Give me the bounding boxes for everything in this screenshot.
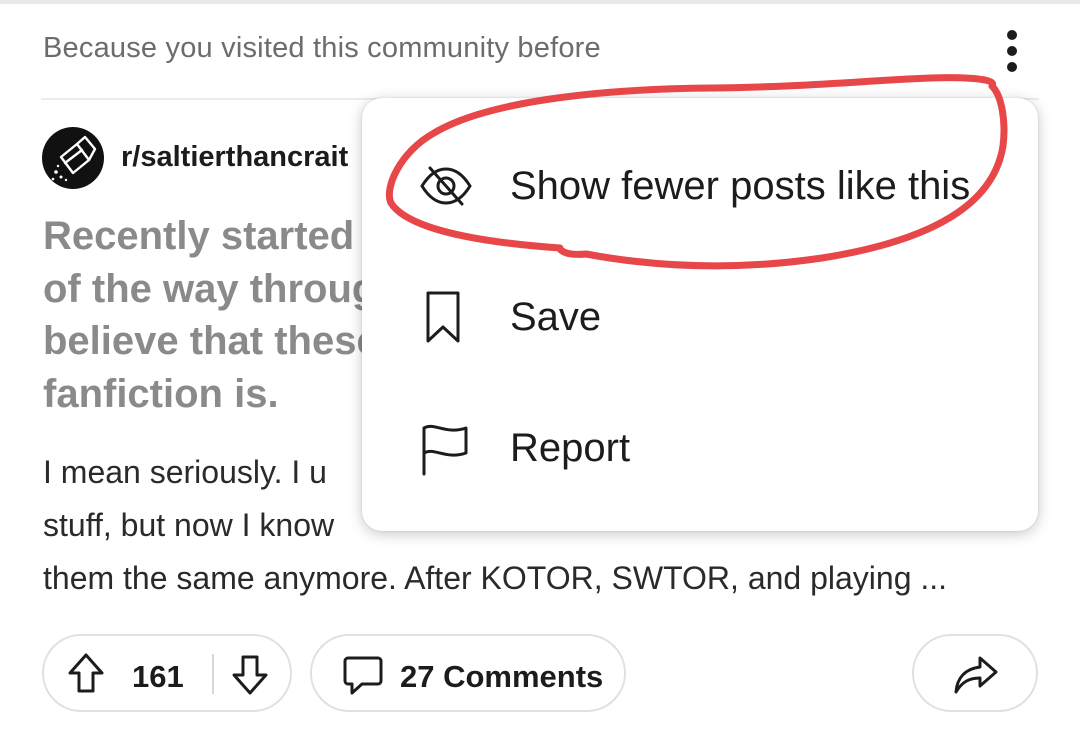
- comments-count-label: 27 Comments: [400, 659, 604, 694]
- recommendation-reason: Because you visited this community befor…: [43, 32, 601, 64]
- more-options-button[interactable]: [994, 26, 1030, 76]
- share-arrow-icon: [954, 656, 998, 694]
- menu-item-report[interactable]: Report: [362, 388, 1038, 508]
- vote-separator: [212, 654, 214, 694]
- post-body-line: them the same anymore. After KOTOR, SWTO…: [43, 560, 948, 596]
- menu-item-label: Report: [510, 426, 631, 470]
- vote-count: 161: [132, 659, 184, 694]
- comment-bubble-icon: [343, 656, 383, 695]
- subreddit-avatar[interactable]: [42, 127, 104, 189]
- vertical-ellipsis-icon: [1007, 30, 1017, 40]
- eye-off-icon: [420, 166, 472, 206]
- menu-item-label: Save: [510, 295, 602, 339]
- subreddit-name[interactable]: r/saltierthancrait: [121, 141, 348, 174]
- menu-item-show-fewer[interactable]: Show fewer posts like this: [362, 126, 1038, 246]
- downvote-arrow-icon[interactable]: [230, 652, 270, 696]
- top-divider: [0, 0, 1080, 4]
- menu-item-label: Show fewer posts like this: [510, 164, 971, 208]
- overflow-menu: Show fewer posts like this Save Report: [362, 98, 1038, 531]
- bookmark-icon: [426, 291, 460, 343]
- comments-button[interactable]: 27 Comments: [310, 634, 626, 712]
- share-button[interactable]: [912, 634, 1038, 712]
- upvote-arrow-icon[interactable]: [66, 652, 106, 696]
- salt-shaker-icon: [51, 135, 97, 182]
- flag-icon: [422, 424, 468, 476]
- menu-item-save[interactable]: Save: [362, 257, 1038, 377]
- vote-bar: 161: [42, 634, 292, 712]
